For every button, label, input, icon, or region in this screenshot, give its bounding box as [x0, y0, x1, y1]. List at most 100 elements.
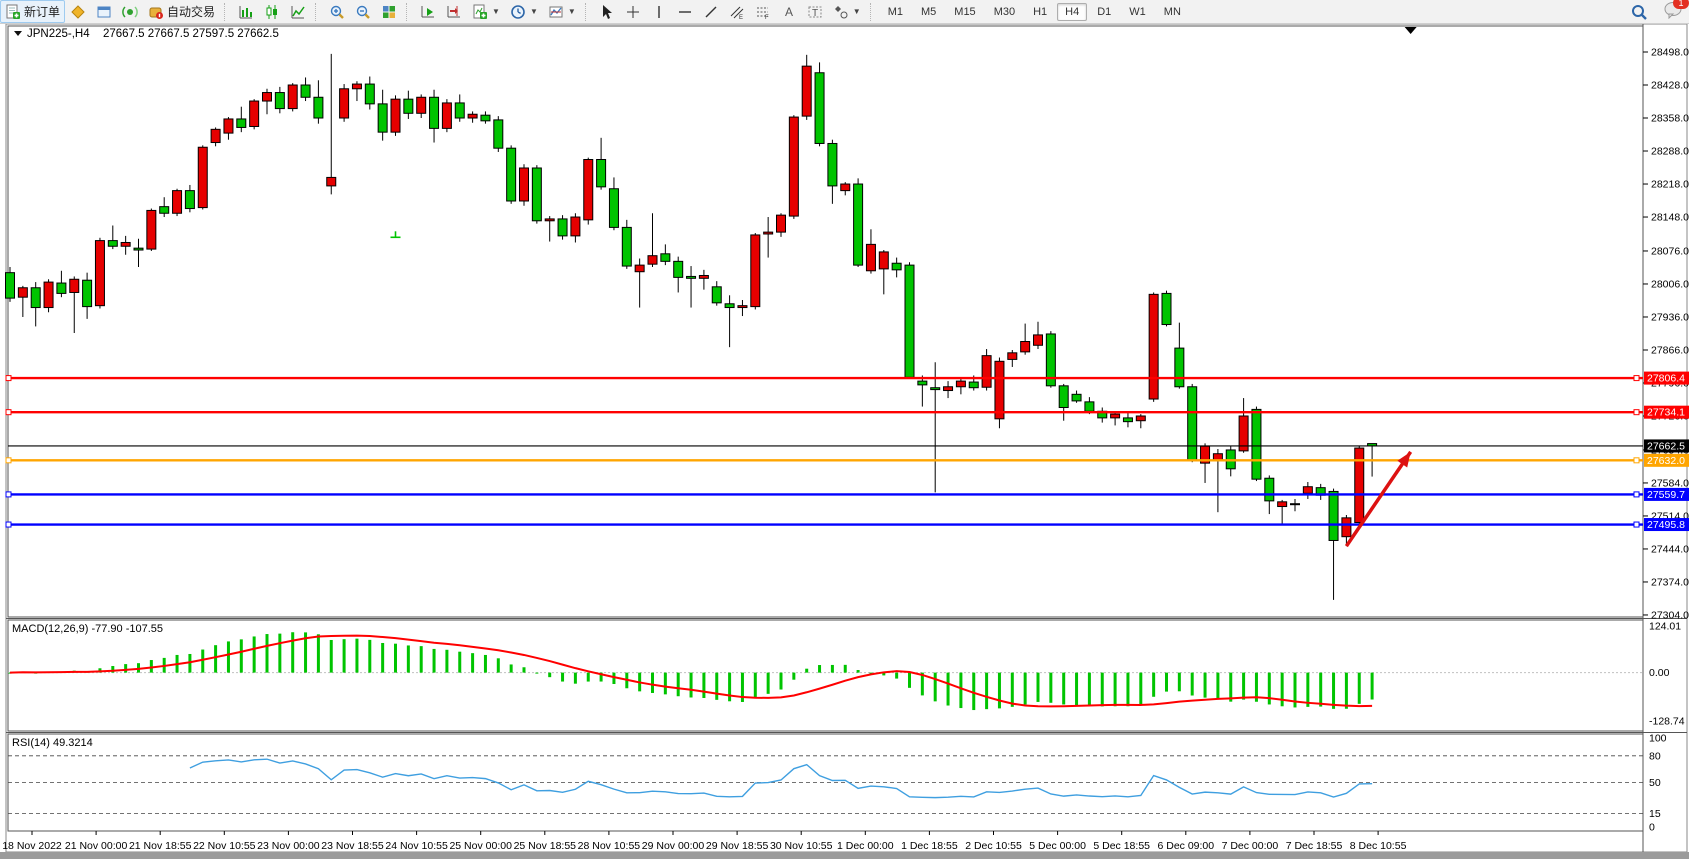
chart-area[interactable]: 28498.028428.028358.028288.028218.028148… — [0, 0, 1689, 859]
templates-button[interactable]: ▼ — [543, 1, 581, 23]
price-badge-label: 27734.1 — [1647, 407, 1685, 419]
chart-ohlc-values: 27667.5 27667.5 27597.5 27662.5 — [103, 28, 279, 40]
candle — [1162, 293, 1171, 324]
search-button[interactable] — [1625, 0, 1653, 24]
candle — [108, 241, 117, 247]
macd-histogram-bar — [844, 665, 847, 673]
macd-histogram-bar — [561, 673, 564, 682]
candle — [1085, 402, 1094, 411]
macd-histogram-bar — [587, 673, 590, 682]
market-watch-button[interactable] — [65, 1, 91, 23]
timeframe-tab-m1[interactable]: M1 — [880, 3, 911, 21]
new-order-label: 新订单 — [24, 3, 60, 20]
auto-trading-button[interactable]: 自动交易 — [143, 0, 220, 23]
macd-histogram-bar — [690, 673, 693, 698]
macd-histogram-bar — [702, 673, 705, 698]
macd-histogram-bar — [1191, 673, 1194, 696]
timeframe-tab-mn[interactable]: MN — [1156, 3, 1189, 21]
candle — [160, 207, 169, 214]
price-axis-label: 27374.0 — [1651, 576, 1689, 588]
macd-histogram-bar — [1268, 673, 1271, 705]
indicators-button[interactable]: ▼ — [467, 1, 505, 23]
time-axis-label: 2 Dec 10:55 — [965, 840, 1022, 852]
candle — [1008, 353, 1017, 360]
timeframe-tab-m15[interactable]: M15 — [946, 3, 983, 21]
macd-histogram-bar — [407, 645, 410, 672]
chart-symbol-title: JPN225-,H4 — [27, 28, 90, 40]
candlestick-mode-button[interactable] — [259, 1, 285, 23]
candle — [789, 117, 798, 216]
macd-histogram-bar — [355, 639, 358, 673]
macd-histogram-bar — [1358, 673, 1361, 704]
candle — [378, 104, 387, 132]
periods-button[interactable]: ▼ — [505, 1, 543, 23]
line-chart-icon — [290, 4, 306, 20]
candle — [1252, 409, 1261, 479]
macd-histogram-bar — [1075, 673, 1078, 705]
tile-windows-button[interactable] — [376, 1, 402, 23]
data-window-button[interactable] — [91, 1, 117, 23]
candle — [250, 101, 259, 126]
chevron-down-icon: ▼ — [568, 7, 576, 16]
candle — [1136, 416, 1145, 421]
hline-anchor — [1634, 376, 1639, 381]
channel-tool-button[interactable]: E — [724, 1, 750, 23]
time-axis-label: 28 Nov 10:55 — [578, 840, 641, 852]
zoom-out-button[interactable] — [350, 1, 376, 23]
hline-anchor — [6, 458, 11, 463]
timeframe-tab-h1[interactable]: H1 — [1025, 3, 1055, 21]
new-order-button[interactable]: 新订单 — [0, 0, 65, 23]
macd-histogram-bar — [947, 673, 950, 706]
chart-shift-button[interactable] — [441, 1, 467, 23]
candle — [173, 191, 182, 214]
text-label-tool-button[interactable]: T — [802, 1, 828, 23]
svg-text:A: A — [785, 5, 793, 19]
candle — [764, 232, 773, 234]
chat-button[interactable]: 1 — [1663, 1, 1683, 22]
candle — [879, 252, 888, 269]
toolbar-separator — [315, 3, 320, 21]
candle — [288, 85, 297, 109]
macd-histogram-bar — [1062, 673, 1065, 705]
notification-badge: 1 — [1673, 0, 1689, 9]
candle — [1149, 294, 1158, 399]
candle — [352, 84, 361, 89]
crosshair-tool-button[interactable] — [620, 1, 646, 23]
time-axis-label: 22 Nov 10:55 — [193, 840, 256, 852]
text-tool-button[interactable]: A — [776, 1, 802, 23]
timeframe-tab-d1[interactable]: D1 — [1089, 3, 1119, 21]
macd-histogram-bar — [150, 660, 153, 673]
rsi-axis-label: 0 — [1649, 822, 1655, 834]
macd-histogram-bar — [972, 673, 975, 710]
time-axis-label: 1 Dec 00:00 — [837, 840, 894, 852]
arrows-tool-button[interactable]: ▼ — [828, 1, 866, 23]
price-axis-label: 28218.0 — [1651, 179, 1689, 191]
macd-histogram-bar — [1139, 673, 1142, 706]
candle — [944, 387, 953, 391]
horizontal-line-tool-button[interactable] — [672, 1, 698, 23]
macd-axis-label: 124.01 — [1649, 621, 1681, 633]
candle — [198, 147, 207, 207]
text-label-icon: T — [807, 4, 823, 20]
fibonacci-tool-button[interactable]: F — [750, 1, 776, 23]
bar-chart-mode-button[interactable] — [233, 1, 259, 23]
timeframe-tab-h4[interactable]: H4 — [1057, 3, 1087, 21]
time-axis-label: 1 Dec 18:55 — [901, 840, 958, 852]
timeframe-tab-m30[interactable]: M30 — [986, 3, 1023, 21]
auto-scroll-button[interactable] — [415, 1, 441, 23]
toolbar-separator — [224, 3, 229, 21]
vertical-line-tool-button[interactable] — [646, 1, 672, 23]
timeframe-tab-m5[interactable]: M5 — [913, 3, 944, 21]
template-icon — [548, 4, 564, 20]
macd-histogram-bar — [433, 649, 436, 673]
macd-histogram-bar — [574, 673, 577, 684]
rsi-axis-label: 15 — [1649, 808, 1661, 820]
signals-button[interactable] — [117, 1, 143, 23]
zoom-in-button[interactable] — [324, 1, 350, 23]
timeframe-tab-w1[interactable]: W1 — [1121, 3, 1154, 21]
macd-histogram-bar — [535, 673, 538, 674]
cursor-tool-button[interactable] — [594, 1, 620, 23]
trendline-tool-button[interactable] — [698, 1, 724, 23]
line-chart-mode-button[interactable] — [285, 1, 311, 23]
macd-histogram-bar — [1178, 673, 1181, 692]
